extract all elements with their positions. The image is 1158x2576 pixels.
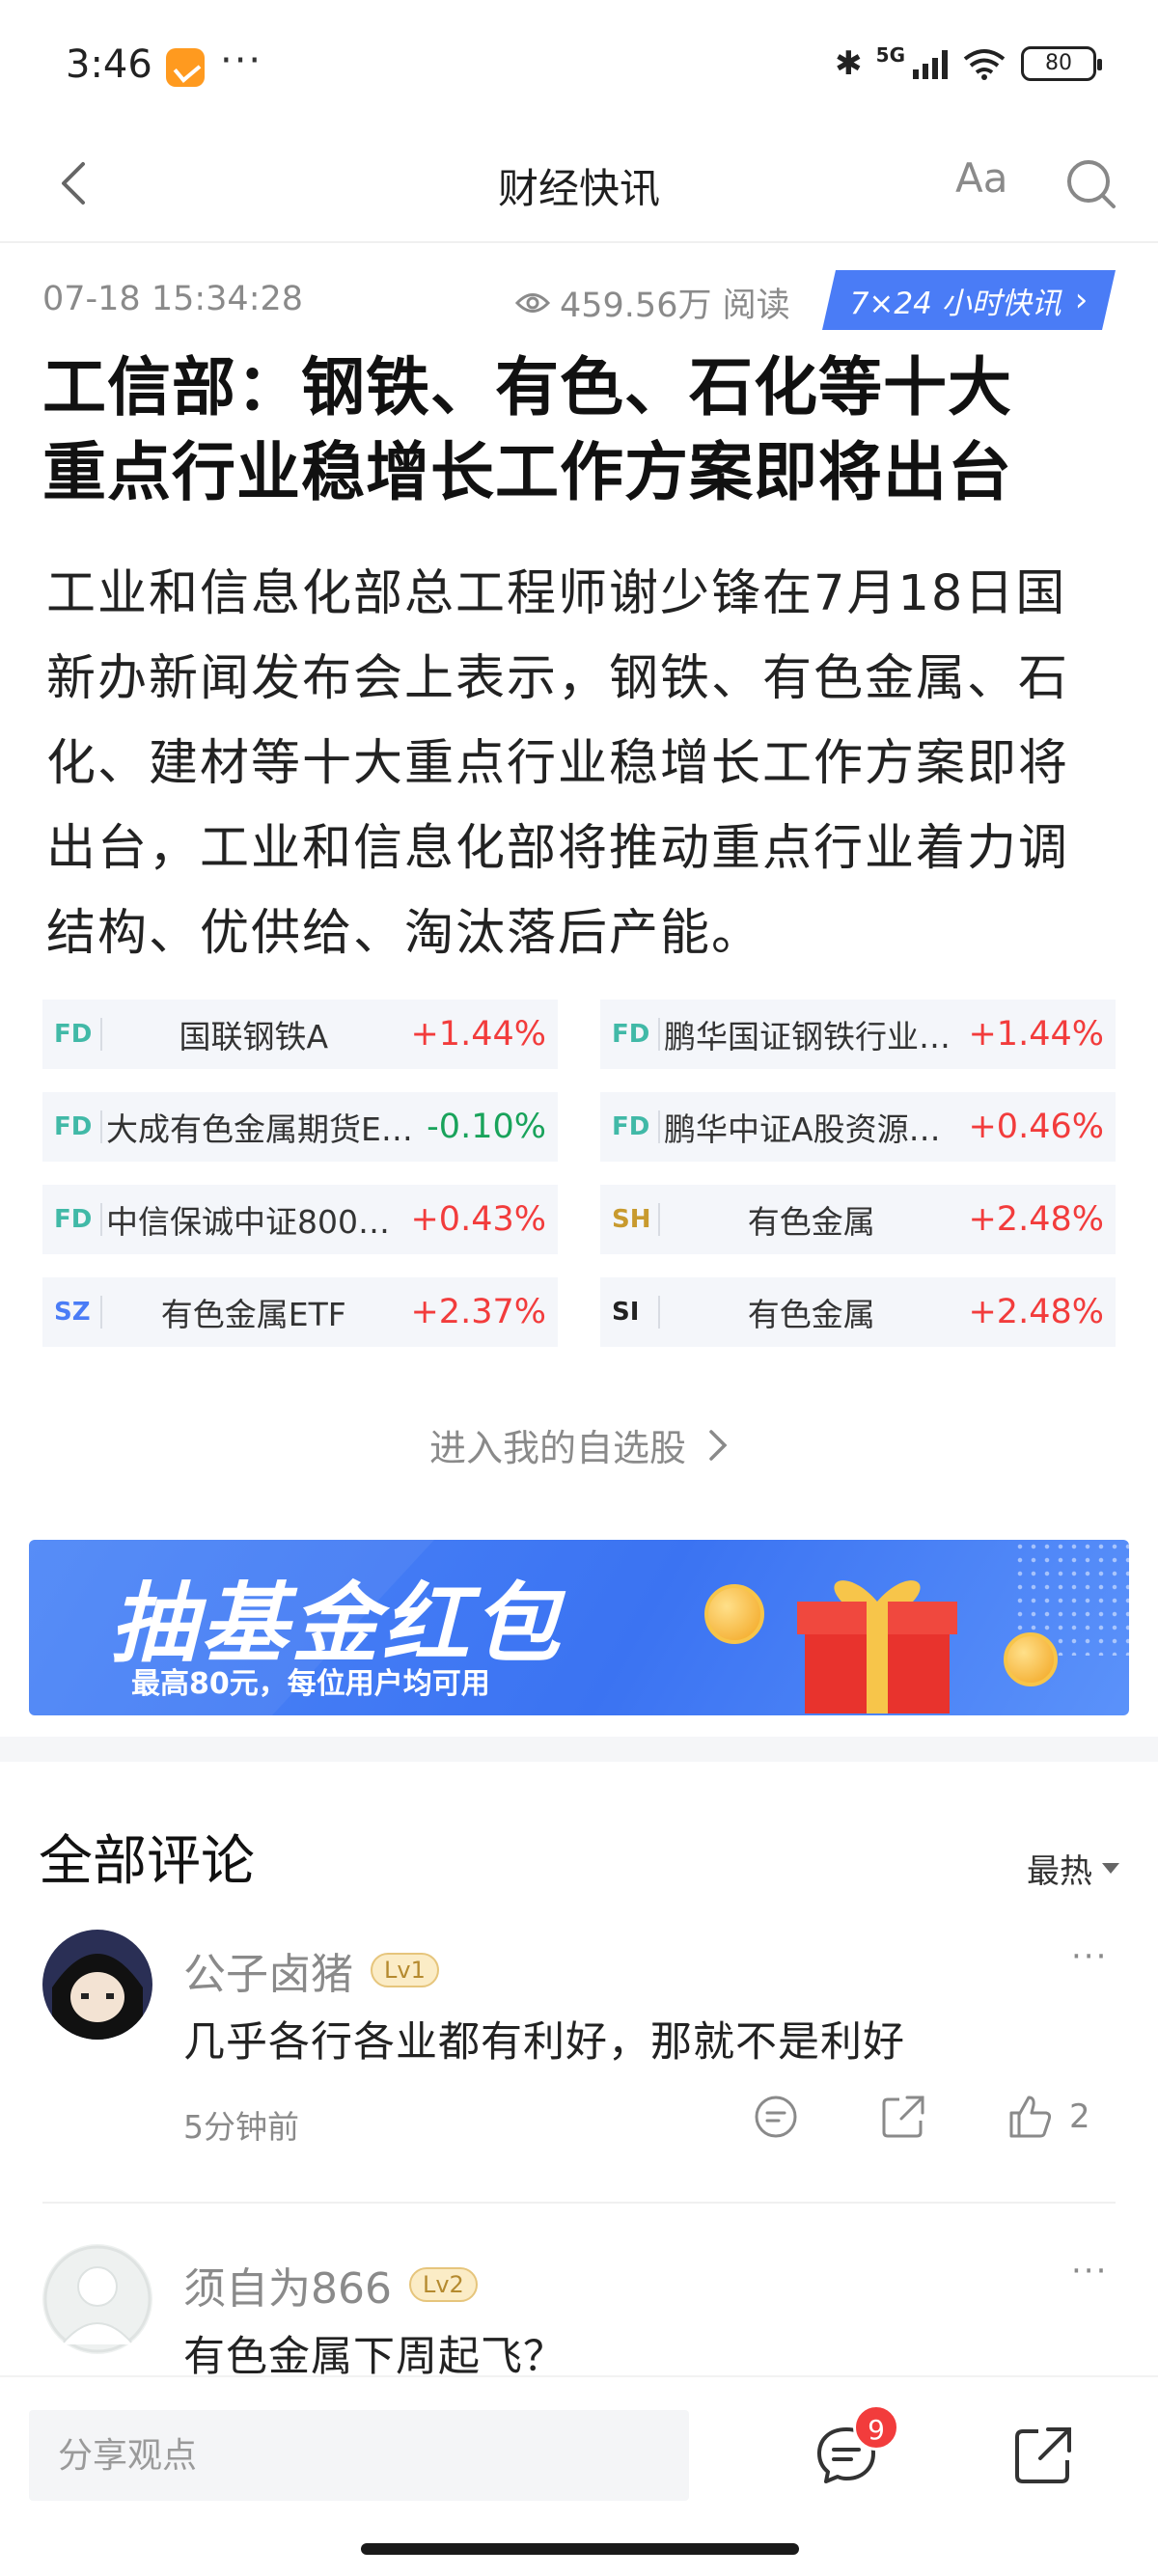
body-line: 工业和信息化部总工程师谢少锋在7月18日国 bbox=[46, 565, 1067, 622]
like-icon[interactable] bbox=[1007, 2094, 1054, 2140]
coin-icon bbox=[704, 1584, 764, 1644]
share-icon[interactable] bbox=[1011, 2424, 1075, 2487]
index-name: 有色金属 bbox=[747, 1203, 875, 1241]
fund-tag: FD bbox=[612, 1020, 650, 1049]
comments-heading: 全部评论 bbox=[39, 1830, 255, 1893]
banner-subtitle: 最高80元，每位用户均可用 bbox=[131, 1667, 490, 1701]
index-chip[interactable]: SH 有色金属 +2.48% bbox=[600, 1185, 1116, 1254]
more-notifications-icon: ··· bbox=[220, 39, 263, 83]
fund-change: +1.44% bbox=[968, 1015, 1104, 1054]
eye-icon bbox=[515, 292, 550, 313]
fund-name: 中信保诚中证800… bbox=[106, 1203, 390, 1241]
article-body: 工业和信息化部总工程师谢少锋在7月18日国 新办新闻发布会上表示，钢铁、有色金属… bbox=[46, 552, 1117, 976]
body-line: 新办新闻发布会上表示，钢铁、有色金属、石 bbox=[46, 650, 1070, 707]
comment-user[interactable]: 须自为866 Lv2 bbox=[183, 2254, 478, 2316]
market-tag: SH bbox=[612, 1205, 651, 1234]
coin-icon bbox=[1004, 1632, 1058, 1686]
app-screen: 3:46 ··· ✱ 5G 80 财经快讯 Aa 07-18 15:34:28 … bbox=[0, 0, 1158, 2576]
more-options-icon[interactable]: ··· bbox=[1071, 1937, 1108, 1976]
etf-change: +2.37% bbox=[410, 1293, 546, 1331]
body-line: 结构、优供给、淘汰落后产能。 bbox=[46, 905, 763, 962]
caret-down-icon bbox=[1102, 1863, 1119, 1874]
related-securities: FD 国联钢铁A +1.44% FD 鹏华国证钢铁行业… +1.44% FD 大… bbox=[42, 1000, 1116, 1347]
search-icon[interactable] bbox=[1062, 154, 1119, 212]
font-size-button[interactable]: Aa bbox=[955, 154, 1007, 202]
section-divider bbox=[0, 1737, 1158, 1762]
top-nav-bar: 财经快讯 Aa bbox=[0, 135, 1158, 243]
share-icon[interactable] bbox=[880, 2094, 926, 2140]
view-count-text: 459.56万 阅读 bbox=[560, 287, 790, 325]
chevron-right-icon: › bbox=[1074, 281, 1089, 319]
headline-line: 重点行业稳增长工作方案即将出台 bbox=[42, 435, 1012, 509]
headline-line: 工信部：钢铁、有色、石化等十大 bbox=[42, 350, 1012, 425]
comment-text: 几乎各行各业都有利好，那就不是利好 bbox=[183, 2018, 905, 2067]
etf-chip[interactable]: SZ 有色金属ETF +2.37% bbox=[42, 1277, 558, 1347]
comment-user[interactable]: 公子卤猪 Lv1 bbox=[183, 1939, 439, 2001]
fund-name: 鹏华国证钢铁行业… bbox=[664, 1018, 951, 1055]
fund-name: 大成有色金属期货E… bbox=[106, 1110, 413, 1148]
reply-icon[interactable] bbox=[753, 2094, 799, 2140]
signal-icon bbox=[913, 48, 948, 79]
fund-change: +1.44% bbox=[410, 1015, 546, 1054]
fund-chip[interactable]: FD 大成有色金属期货E… -0.10% bbox=[42, 1092, 558, 1162]
chevron-right-icon bbox=[709, 1429, 728, 1461]
fund-change: +0.43% bbox=[410, 1200, 546, 1239]
fund-tag: FD bbox=[612, 1112, 650, 1141]
fund-chip[interactable]: FD 鹏华中证A股资源… +0.46% bbox=[600, 1092, 1116, 1162]
index-chip[interactable]: SI 有色金属 +2.48% bbox=[600, 1277, 1116, 1347]
home-indicator[interactable] bbox=[361, 2543, 799, 2555]
sort-label: 最热 bbox=[1027, 1852, 1092, 1891]
index-change: +2.48% bbox=[968, 1293, 1104, 1331]
comment-divider bbox=[42, 2202, 1116, 2204]
gift-box-icon bbox=[797, 1580, 957, 1713]
watchlist-link[interactable]: 进入我的自选股 bbox=[0, 1418, 1158, 1471]
watchlist-link-label: 进入我的自选股 bbox=[428, 1427, 686, 1469]
status-time: 3:46 bbox=[66, 42, 152, 87]
more-options-icon[interactable]: ··· bbox=[1071, 2252, 1108, 2290]
wifi-icon bbox=[963, 49, 1006, 80]
status-bar: 3:46 ··· ✱ 5G 80 bbox=[0, 0, 1158, 135]
live-news-badge-label: 7×24 小时快讯 bbox=[849, 286, 1062, 321]
comment-time: 5分钟前 bbox=[183, 2108, 299, 2146]
fund-name: 鹏华中证A股资源… bbox=[664, 1110, 941, 1148]
sort-dropdown[interactable]: 最热 bbox=[1027, 1845, 1119, 1892]
like-count: 2 bbox=[1069, 2097, 1090, 2136]
bluetooth-icon: ✱ bbox=[835, 44, 863, 83]
fund-tag: FD bbox=[54, 1020, 93, 1049]
share-opinion-input[interactable] bbox=[29, 2410, 689, 2501]
comment-count-badge: 9 bbox=[853, 2404, 899, 2451]
promo-banner[interactable]: 抽基金红包 最高80元，每位用户均可用 bbox=[29, 1540, 1129, 1715]
article-datetime: 07-18 15:34:28 bbox=[42, 280, 304, 318]
username: 公子卤猪 bbox=[183, 1950, 353, 1999]
market-tag: SI bbox=[612, 1298, 640, 1327]
network-type: 5G bbox=[875, 43, 905, 67]
view-count: 459.56万 阅读 bbox=[515, 278, 790, 327]
notification-app-icon bbox=[166, 48, 205, 87]
body-line: 出台，工业和信息化部将推动重点行业着力调 bbox=[46, 820, 1070, 877]
fund-chip[interactable]: FD 鹏华国证钢铁行业… +1.44% bbox=[600, 1000, 1116, 1069]
fund-tag: FD bbox=[54, 1205, 93, 1234]
fund-chip[interactable]: FD 国联钢铁A +1.44% bbox=[42, 1000, 558, 1069]
level-badge: Lv2 bbox=[408, 2267, 478, 2302]
fund-tag: FD bbox=[54, 1112, 93, 1141]
avatar[interactable] bbox=[42, 2244, 152, 2354]
status-indicators: ✱ 5G 80 bbox=[835, 43, 1102, 83]
index-change: +2.48% bbox=[968, 1200, 1104, 1239]
avatar[interactable] bbox=[42, 1930, 152, 2040]
comment-text: 有色金属下周起飞？ bbox=[183, 2333, 565, 2381]
fund-chip[interactable]: FD 中信保诚中证800… +0.43% bbox=[42, 1185, 558, 1254]
comment-actions: 2 bbox=[753, 2094, 1090, 2140]
battery-icon: 80 bbox=[1021, 46, 1102, 81]
username: 须自为866 bbox=[183, 2264, 392, 2314]
level-badge: Lv1 bbox=[371, 1953, 439, 1987]
etf-name: 有色金属ETF bbox=[160, 1296, 346, 1333]
fund-change: +0.46% bbox=[968, 1108, 1104, 1146]
body-line: 化、建材等十大重点行业稳增长工作方案即将 bbox=[46, 735, 1070, 792]
fund-change: -0.10% bbox=[427, 1108, 546, 1146]
fund-name: 国联钢铁A bbox=[179, 1018, 329, 1055]
live-news-badge[interactable]: 7×24 小时快讯 › bbox=[822, 270, 1116, 330]
article-headline: 工信部：钢铁、有色、石化等十大 重点行业稳增长工作方案即将出台 bbox=[42, 345, 1123, 515]
index-name: 有色金属 bbox=[747, 1296, 875, 1333]
market-tag: SZ bbox=[54, 1298, 91, 1327]
